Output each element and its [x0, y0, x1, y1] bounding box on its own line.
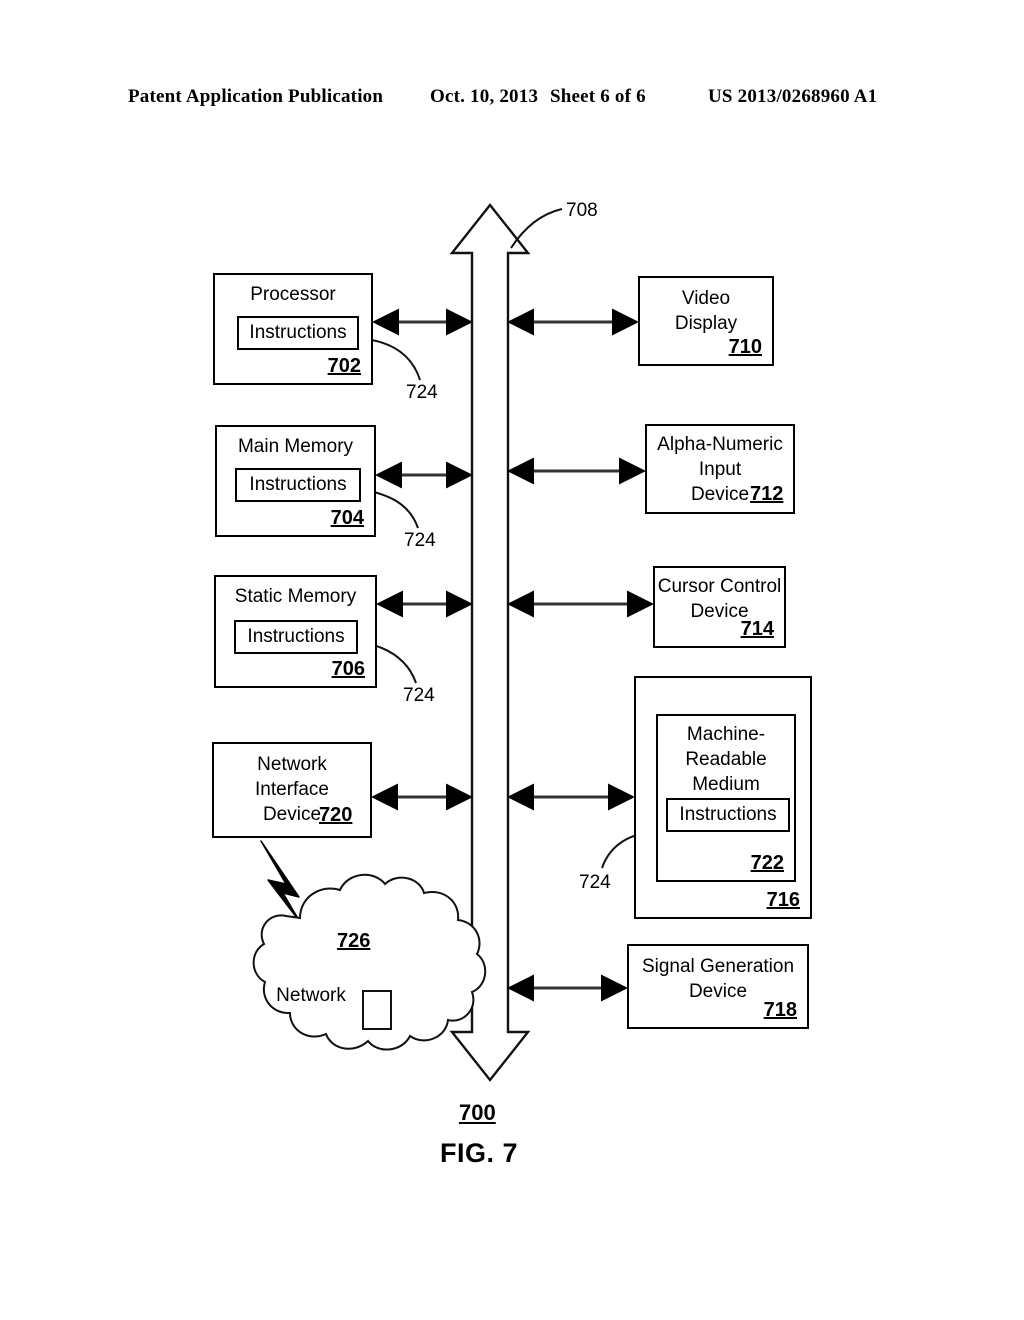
instructions-label: Instructions [679, 804, 777, 825]
leader-label-724-medium: 724 [579, 872, 611, 893]
block-signal-generation-device[interactable]: Signal Generation Device 718 [627, 944, 809, 1029]
block-network-interface-device[interactable]: Network Interface Device 720 [212, 742, 372, 838]
leader-label-724-static-memory: 724 [403, 685, 435, 706]
block-machine-readable-medium-instructions[interactable]: Instructions [666, 798, 790, 832]
figure-caption: FIG. 7 [440, 1138, 519, 1168]
figure-7-diagram [0, 0, 1024, 1320]
block-main-memory-instructions[interactable]: Instructions [235, 468, 361, 502]
diagram-vector-layer [252, 203, 661, 1082]
network-node-square [362, 990, 392, 1030]
block-video-display[interactable]: Video Display 710 [638, 276, 774, 366]
block-static-memory-ref: 706 [331, 658, 365, 680]
block-main-memory-title: Main Memory [237, 436, 354, 457]
block-alphanumeric-input-device[interactable]: Alpha-Numeric Input Device 712 [645, 424, 795, 514]
instructions-label: Instructions [247, 626, 345, 647]
block-static-memory-title: Static Memory [234, 586, 357, 607]
block-video-display-ref: 710 [728, 336, 762, 358]
network-cloud-label: Network [276, 985, 346, 1006]
lightning-bolt-icon [260, 840, 301, 923]
block-alphanumeric-input-device-ref: 712 [750, 483, 784, 505]
block-network-interface-device-ref: 720 [319, 804, 353, 826]
block-processor-ref: 702 [327, 355, 361, 377]
block-signal-generation-device-ref: 718 [763, 999, 797, 1021]
block-cursor-control-device[interactable]: Cursor Control Device 714 [653, 566, 786, 648]
figure-system-ref: 700 [459, 1100, 496, 1125]
instructions-label: Instructions [249, 474, 347, 495]
leader-label-724-processor: 724 [406, 382, 438, 403]
block-main-memory-ref: 704 [330, 507, 364, 529]
block-processor-instructions[interactable]: Instructions [237, 316, 359, 350]
block-machine-readable-medium-title: Machine- Readable Medium [685, 724, 767, 795]
bus-ref-label: 708 [566, 200, 598, 221]
block-static-memory[interactable]: Static Memory Instructions 706 [214, 575, 377, 688]
block-static-memory-instructions[interactable]: Instructions [234, 620, 358, 654]
block-storage-unit[interactable]: Machine- Readable Medium Instructions 72… [634, 676, 812, 919]
instructions-label: Instructions [249, 322, 347, 343]
block-storage-unit-ref: 716 [766, 889, 800, 911]
network-cloud-ref: 726 [337, 930, 371, 952]
block-machine-readable-medium-ref: 722 [750, 852, 784, 874]
block-processor-title: Processor [250, 284, 336, 305]
leader-label-724-main-memory: 724 [404, 530, 436, 551]
block-signal-generation-device-title: Signal Generation Device [641, 956, 795, 1002]
block-processor[interactable]: Processor Instructions 702 [213, 273, 373, 385]
block-cursor-control-device-title: Cursor Control Device [657, 576, 782, 622]
block-cursor-control-device-ref: 714 [740, 618, 774, 640]
block-main-memory[interactable]: Main Memory Instructions 704 [215, 425, 376, 537]
block-machine-readable-medium[interactable]: Machine- Readable Medium Instructions 72… [656, 714, 796, 882]
block-video-display-title: Video Display [674, 288, 738, 334]
